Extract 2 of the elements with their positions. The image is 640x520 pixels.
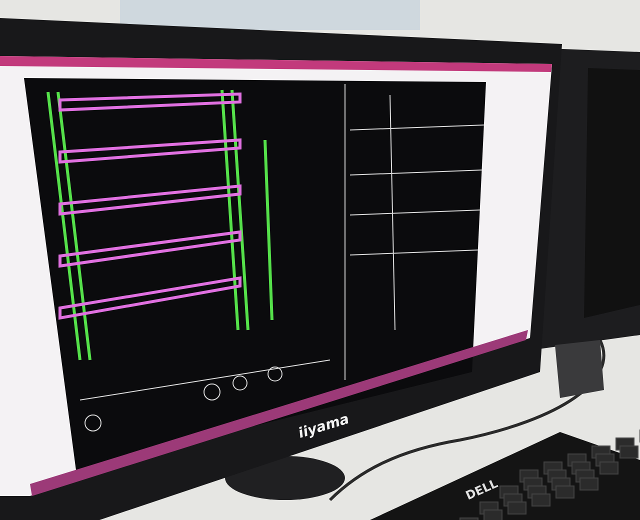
monitor-brand-logo: iiyama xyxy=(296,411,352,442)
keyboard-brand-logo: DELL xyxy=(464,476,500,503)
